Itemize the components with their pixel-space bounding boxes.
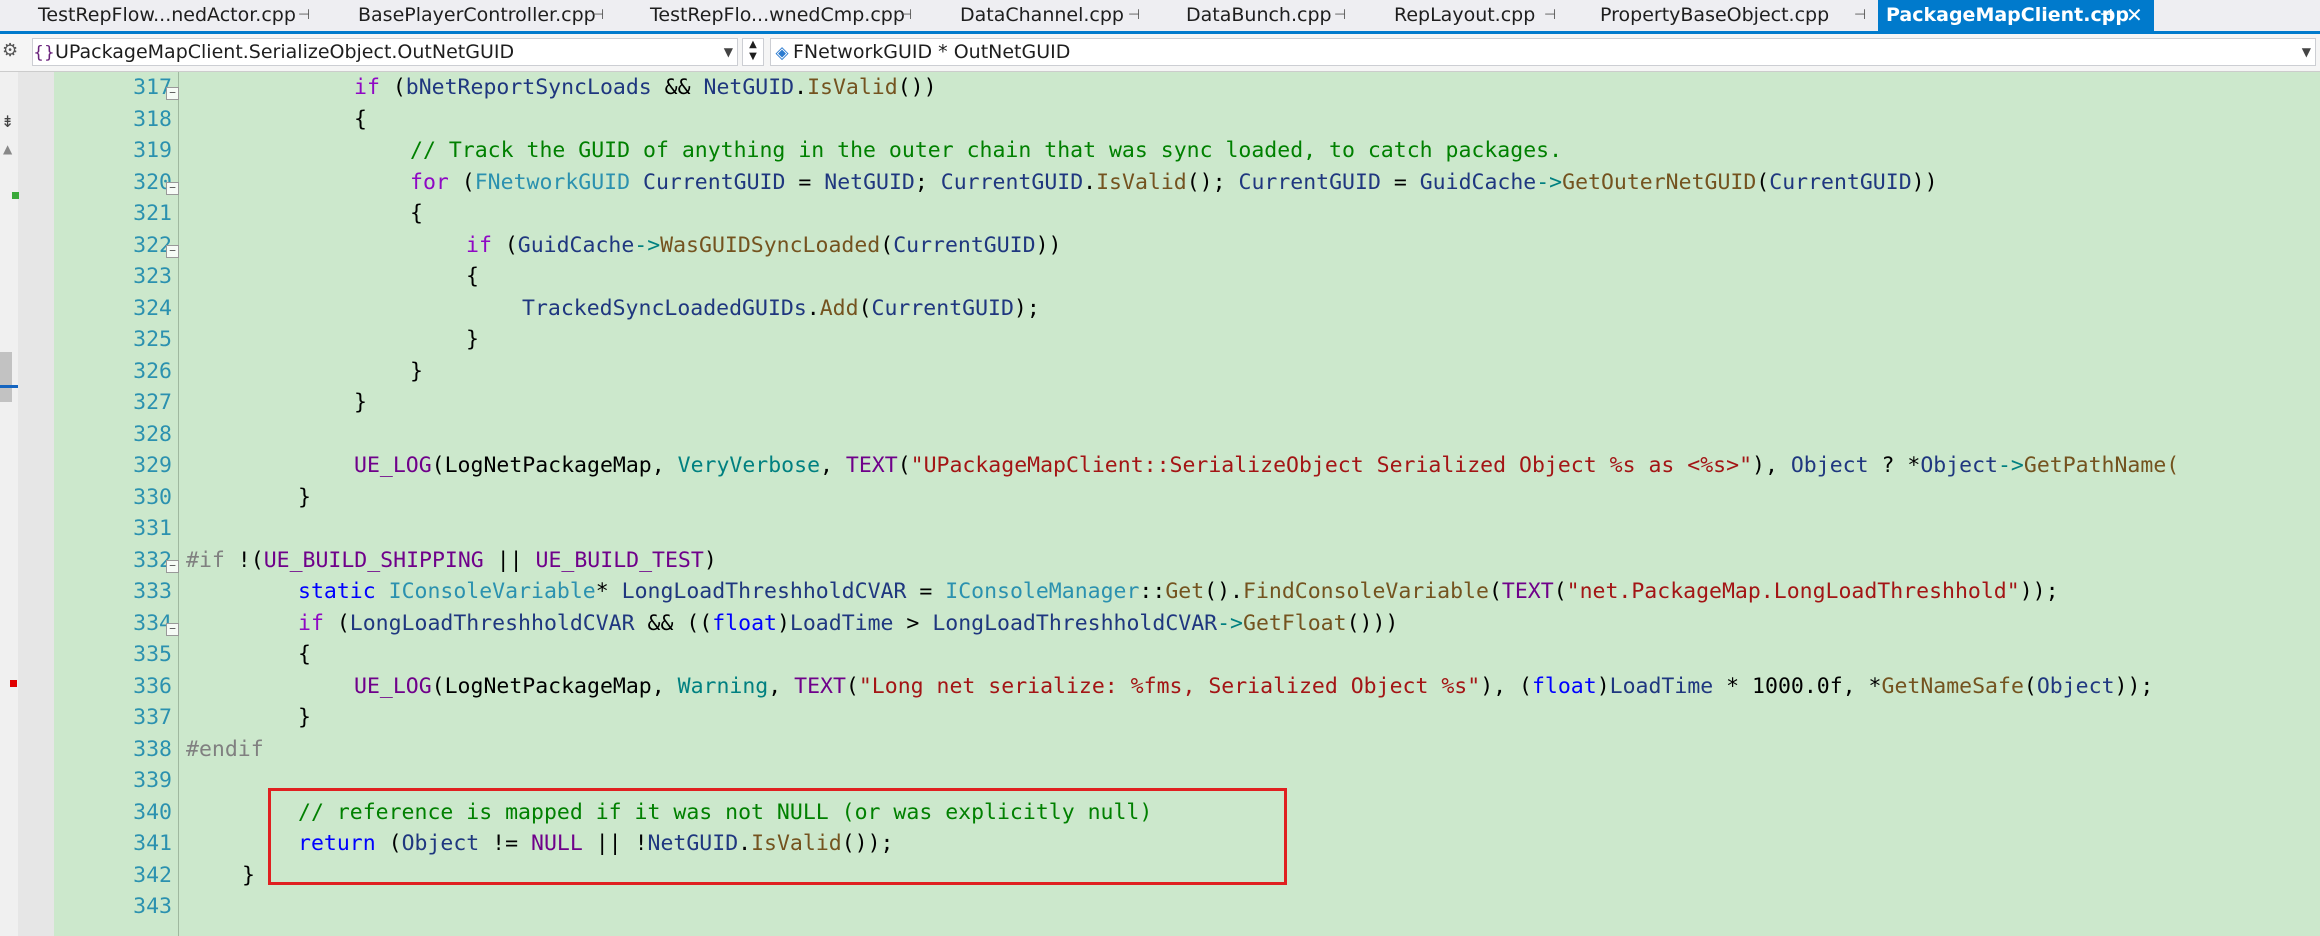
- code-line: }: [298, 705, 311, 730]
- tab-datachannel[interactable]: DataChannel.cpp ⊣: [952, 0, 1152, 31]
- code-line: {: [466, 264, 479, 289]
- tab-label: DataBunch.cpp: [1186, 4, 1332, 26]
- settings-icon[interactable]: ⚙: [2, 40, 18, 61]
- scope-dropdown[interactable]: {}UPackageMapClient.SerializeObject.OutN…: [32, 38, 738, 66]
- document-tab-bar: TestRepFlow...nedActor.cpp ⊣ BasePlayerC…: [0, 0, 2320, 34]
- code-line: #endif: [186, 736, 264, 762]
- code-line: if (bNetReportSyncLoads && NetGUID.IsVal…: [354, 75, 937, 100]
- code-line: {: [410, 201, 423, 226]
- line-number: 318: [133, 106, 172, 132]
- code-line: {: [298, 642, 311, 667]
- chevron-down-icon: ▼: [723, 45, 733, 59]
- caret-marker: [0, 385, 18, 388]
- pin-icon[interactable]: ⊣: [298, 0, 310, 31]
- tab-label: BasePlayerController.cpp: [358, 4, 596, 26]
- line-number: 334: [133, 610, 172, 636]
- line-number: 335: [133, 642, 172, 667]
- tab-label: TestRepFlo...wnedCmp.cpp: [650, 4, 905, 26]
- code-line: #if !(UE_BUILD_SHIPPING || UE_BUILD_TEST…: [186, 547, 717, 573]
- line-number: 322: [133, 232, 172, 258]
- highlight-annotation: [268, 788, 1287, 885]
- tab-baseplayercontroller[interactable]: BasePlayerController.cpp ⊣: [350, 0, 620, 31]
- code-line: }: [242, 862, 255, 888]
- scope-text: UPackageMapClient.SerializeObject.OutNet…: [55, 41, 515, 63]
- class-icon: {}: [33, 43, 55, 63]
- indicator-margin: [0, 72, 54, 936]
- code-line: if (LongLoadThreshholdCVAR && ((float)Lo…: [298, 610, 1399, 636]
- line-number: 343: [133, 894, 172, 919]
- member-text: FNetworkGUID * OutNetGUID: [793, 41, 1071, 63]
- line-number: 340: [133, 799, 172, 825]
- pin-icon[interactable]: ⊣: [1544, 0, 1556, 31]
- line-number: 338: [133, 736, 172, 762]
- line-number: 339: [133, 768, 172, 793]
- line-number: 342: [133, 862, 172, 888]
- chevron-down-icon: ▼: [2301, 45, 2311, 59]
- line-number: 325: [133, 327, 172, 352]
- line-number: 341: [133, 831, 172, 856]
- line-number: 328: [133, 421, 172, 447]
- code-line: }: [354, 390, 367, 415]
- line-number: 324: [133, 295, 172, 321]
- tab-replayout[interactable]: RepLayout.cpp ⊣: [1386, 0, 1566, 31]
- tab-packagemapclient[interactable]: PackageMapClient.cpp ⊣ ✕: [1878, 0, 2154, 31]
- pin-icon[interactable]: ⊣: [2100, 0, 2113, 31]
- line-number: 327: [133, 390, 172, 415]
- tab-testrepflo-wnedcmp[interactable]: TestRepFlo...wnedCmp.cpp ⊣: [642, 0, 922, 31]
- line-number: 337: [133, 705, 172, 730]
- code-line: TrackedSyncLoadedGUIDs.Add(CurrentGUID);: [522, 295, 1040, 321]
- line-number: 319: [133, 138, 172, 163]
- scroll-up-icon[interactable]: ▲: [3, 142, 12, 156]
- close-icon[interactable]: ✕: [2126, 0, 2143, 31]
- tab-propertybaseobject[interactable]: PropertyBaseObject.cpp ⊣: [1592, 0, 1872, 31]
- split-spinner[interactable]: ▲ ▼: [742, 38, 764, 66]
- tab-label: TestRepFlow...nedActor.cpp: [38, 4, 296, 26]
- line-number: 320: [133, 169, 172, 195]
- toolbox-strip: ⇟ ▲: [0, 72, 19, 936]
- pin-icon[interactable]: ⊣: [900, 0, 912, 31]
- code-line: if (GuidCache->WasGUIDSyncLoaded(Current…: [466, 232, 1062, 258]
- code-line: static IConsoleVariable* LongLoadThreshh…: [298, 579, 2059, 604]
- pin-icon[interactable]: ⊣: [1128, 0, 1140, 31]
- line-number: 330: [133, 484, 172, 510]
- tab-testrepflow-nedactor[interactable]: TestRepFlow...nedActor.cpp ⊣: [30, 0, 330, 31]
- pin-icon[interactable]: ⊣: [592, 0, 604, 31]
- error-marker: [10, 680, 17, 687]
- tab-label: DataChannel.cpp: [960, 4, 1124, 26]
- line-number: 333: [133, 579, 172, 604]
- line-number: 323: [133, 264, 172, 289]
- member-dropdown[interactable]: ◈ FNetworkGUID * OutNetGUID ▼: [770, 38, 2316, 66]
- line-number: 336: [133, 673, 172, 699]
- scroll-thumb[interactable]: [0, 352, 12, 402]
- code-line: }: [410, 358, 423, 384]
- code-line: UE_LOG(LogNetPackageMap, VeryVerbose, TE…: [354, 453, 2180, 478]
- code-line: for (FNetworkGUID CurrentGUID = NetGUID;…: [410, 169, 1938, 195]
- code-line: }: [298, 484, 311, 510]
- code-line: }: [466, 327, 479, 352]
- code-line: {: [354, 106, 367, 132]
- change-marker: [12, 192, 19, 199]
- tab-databunch[interactable]: DataBunch.cpp ⊣: [1178, 0, 1358, 31]
- line-number: 332: [133, 547, 172, 573]
- line-number: 321: [133, 201, 172, 226]
- navigation-bar: ⚙ {}UPackageMapClient.SerializeObject.Ou…: [0, 34, 2320, 72]
- line-number: 331: [133, 516, 172, 541]
- line-numbers: 317 318 319 320 321 322 323 324 325 326 …: [54, 72, 172, 936]
- line-number: 326: [133, 358, 172, 384]
- pin-icon[interactable]: ⊣: [1854, 0, 1866, 31]
- line-number: 317: [133, 75, 172, 100]
- tab-label: PackageMapClient.cpp: [1886, 4, 2129, 26]
- code-line: UE_LOG(LogNetPackageMap, Warning, TEXT("…: [354, 673, 2154, 699]
- tab-label: PropertyBaseObject.cpp: [1600, 4, 1830, 26]
- tab-label: RepLayout.cpp: [1394, 4, 1536, 26]
- member-icon: ◈: [775, 43, 789, 63]
- pin-icon[interactable]: ⇟: [1, 112, 14, 131]
- code-line: // Track the GUID of anything in the out…: [410, 138, 1563, 163]
- pin-icon[interactable]: ⊣: [1334, 0, 1346, 31]
- line-number: 329: [133, 453, 172, 478]
